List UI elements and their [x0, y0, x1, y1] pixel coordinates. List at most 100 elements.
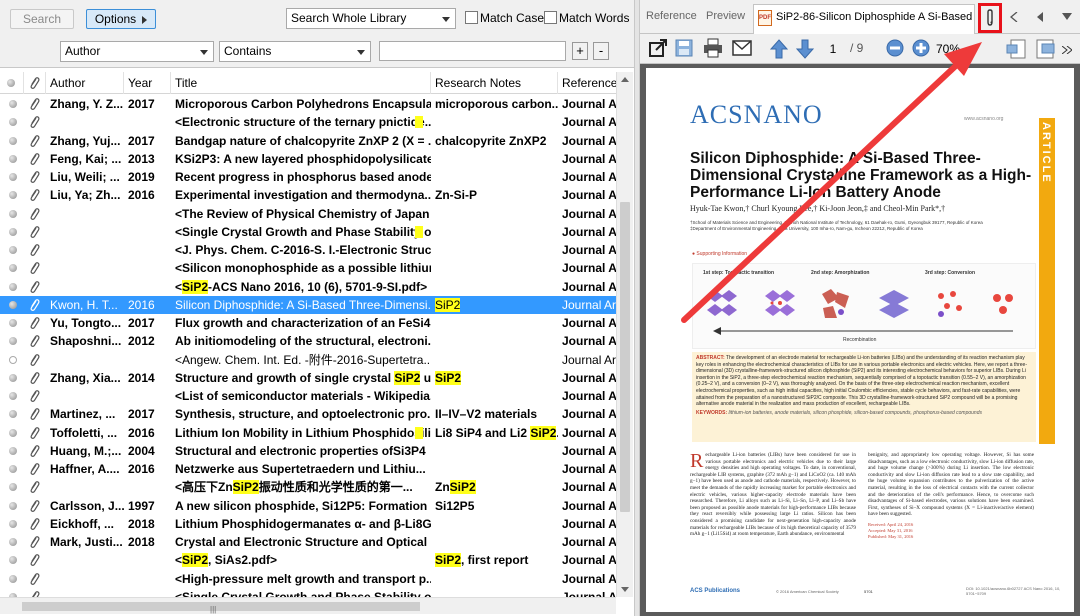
table-row[interactable]: Huang, M.;... 2004 Structural and electron… [0, 442, 616, 460]
scroll-down-icon[interactable] [621, 587, 629, 592]
table-row[interactable]: <Single Crystal Growth and Phase Stabili… [0, 223, 616, 241]
read-status-icon[interactable] [9, 246, 17, 254]
table-row[interactable]: Zhang, Y. Z... 2017 Microporous Carbon Pol… [0, 95, 616, 113]
paperclip-icon[interactable] [28, 480, 40, 494]
read-status-icon[interactable] [9, 501, 17, 510]
tab-preview[interactable]: Preview [706, 10, 745, 26]
options-button[interactable]: Options [86, 9, 156, 29]
paperclip-icon[interactable] [28, 426, 40, 440]
paperclip-icon[interactable] [984, 9, 996, 27]
email-icon[interactable] [732, 40, 752, 56]
search-query-input[interactable] [379, 41, 566, 61]
paperclip-icon[interactable] [28, 535, 40, 549]
tab-scroll-left2-icon[interactable] [1036, 12, 1044, 22]
paperclip-icon[interactable] [28, 572, 40, 586]
read-status-icon[interactable] [9, 209, 17, 218]
read-status-icon[interactable] [9, 519, 17, 528]
paperclip-icon[interactable] [28, 134, 40, 148]
table-horizontal-scrollbar[interactable]: ||| [0, 597, 616, 614]
read-status-icon[interactable] [9, 538, 17, 546]
match-words-checkbox[interactable]: Match Words [544, 11, 629, 27]
paperclip-icon[interactable] [28, 462, 40, 476]
table-row[interactable]: Yu, Tongto... 2017 Flux growth and charact… [0, 314, 616, 332]
add-criteria-button[interactable]: + [572, 42, 588, 60]
zoom-out-icon[interactable] [886, 39, 904, 57]
table-vertical-scrollbar[interactable] [616, 72, 633, 597]
read-status-icon[interactable] [9, 428, 17, 437]
match-case-checkbox[interactable]: Match Case [465, 11, 544, 27]
open-external-icon[interactable] [648, 38, 668, 58]
table-row[interactable]: <SiP2, SiAs2.pdf> SiP2, first report Journ… [0, 551, 616, 569]
print-icon[interactable] [703, 38, 723, 58]
paperclip-icon[interactable] [28, 261, 40, 275]
paperclip-icon[interactable] [28, 590, 40, 597]
paperclip-icon[interactable] [28, 280, 40, 294]
table-row[interactable]: Feng, Kai; ... 2013 KSi2P3: A new layered … [0, 150, 616, 168]
table-row[interactable]: Liu, Weili; ... 2019 Recent progress in ph… [0, 168, 616, 186]
paperclip-icon[interactable] [28, 298, 40, 312]
read-status-icon[interactable] [9, 556, 17, 565]
read-status-icon[interactable] [9, 574, 17, 583]
scrollbar-thumb[interactable]: ||| [22, 602, 420, 614]
tab-pdf[interactable]: PDF SiP2-86-Silicon Diphosphide A Si-Bas… [753, 4, 975, 35]
operator-select[interactable]: Contains [219, 41, 371, 62]
scope-select[interactable]: Search Whole Library [286, 8, 456, 29]
pdf-document-area[interactable]: ACSNANO www.acsnano.org ARTICLE Silicon … [640, 64, 1080, 616]
table-row[interactable]: <Single Crystal Growth and Phase Stabili… [0, 588, 616, 597]
read-status-icon[interactable] [9, 154, 17, 163]
table-row[interactable]: Liu, Ya; Zh... 2016 Experimental investiga… [0, 186, 616, 204]
read-status-icon[interactable] [9, 446, 17, 455]
table-row[interactable]: Martinez, ... 2017 Synthesis, structure, a… [0, 405, 616, 423]
table-row[interactable]: <高压下ZnSiP2振动性质和光学性质的第一... ZnSiP2 Journal A… [0, 478, 616, 496]
table-row[interactable]: Carlsson, J.... 1997 A new silicon phosphi… [0, 497, 616, 515]
table-row[interactable]: Shaposhni... 2012 Ab initiomodeling of the… [0, 332, 616, 350]
page-number-input[interactable]: 1 [818, 40, 848, 58]
paperclip-icon[interactable] [28, 407, 40, 421]
paperclip-icon[interactable] [28, 353, 40, 367]
paperclip-icon[interactable] [28, 389, 40, 403]
paperclip-icon[interactable] [28, 316, 40, 330]
read-status-column-header[interactable] [0, 72, 24, 94]
zoom-select[interactable]: 70% [936, 40, 978, 58]
paperclip-icon[interactable] [28, 444, 40, 458]
year-column-header[interactable]: Year [124, 72, 171, 94]
tab-reference[interactable]: Reference [646, 10, 697, 26]
read-status-icon[interactable] [9, 337, 17, 346]
read-status-icon[interactable] [9, 392, 17, 400]
paperclip-icon[interactable] [28, 517, 40, 531]
table-row[interactable]: Kwon, H. T... 2016 Silicon Diphosphide: A … [0, 295, 616, 314]
table-row[interactable]: <The Review of Physical Chemistry of Jap… [0, 205, 616, 223]
read-status-icon[interactable] [9, 319, 17, 327]
paperclip-icon[interactable] [28, 243, 40, 257]
read-status-icon[interactable] [9, 227, 17, 236]
read-status-icon[interactable] [9, 173, 17, 181]
paperclip-icon[interactable] [28, 225, 40, 239]
read-status-icon[interactable] [9, 282, 17, 291]
table-row[interactable]: Haffner, A.... 2016 Netzwerke aus Supertet… [0, 460, 616, 478]
table-row[interactable]: Toffoletti, ... 2016 Lithium Ion Mobility … [0, 424, 616, 442]
table-row[interactable]: <Angew. Chem. Int. Ed. -附件-2016-Supertet… [0, 351, 616, 369]
remove-criteria-button[interactable]: - [593, 42, 609, 60]
paperclip-icon[interactable] [28, 334, 40, 348]
read-status-icon[interactable] [9, 465, 17, 473]
tab-scroll-left-icon[interactable] [1010, 12, 1018, 22]
tab-list-icon[interactable] [1062, 13, 1072, 21]
zoom-in-icon[interactable] [912, 39, 930, 57]
table-row[interactable]: Mark, Justi... 2018 Crystal and Electronic… [0, 533, 616, 551]
table-row[interactable]: <SiP2-ACS Nano 2016, 10 (6), 5701-9-SI.p… [0, 278, 616, 296]
next-page-icon[interactable] [796, 39, 814, 59]
read-status-icon[interactable] [9, 410, 17, 419]
read-status-icon[interactable] [9, 136, 17, 145]
paperclip-icon[interactable] [28, 553, 40, 567]
table-row[interactable]: Eickhoff, ... 2018 Lithium Phosphidogerman… [0, 515, 616, 533]
table-row[interactable]: <List of semiconductor materials - Wikip… [0, 387, 616, 405]
table-row[interactable]: Zhang, Yuj... 2017 Bandgap nature of chalc… [0, 132, 616, 150]
read-status-icon[interactable] [9, 483, 17, 492]
table-row[interactable]: Zhang, Xia... 2014 Structure and growth of… [0, 369, 616, 387]
read-status-icon[interactable] [9, 300, 17, 309]
scroll-up-icon[interactable] [621, 77, 629, 82]
save-icon[interactable] [675, 39, 693, 57]
paperclip-icon[interactable] [28, 115, 40, 129]
attachment-column-header[interactable] [24, 72, 46, 94]
fit-width-icon[interactable] [1034, 38, 1056, 60]
